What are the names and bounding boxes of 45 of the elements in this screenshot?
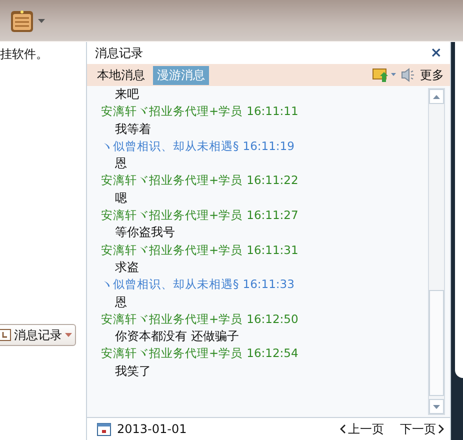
caret-icon[interactable] bbox=[38, 18, 45, 22]
message-text: 恩 bbox=[114, 155, 128, 172]
sender-name: 安漓轩ヾ招业务代理+学员 bbox=[101, 103, 243, 120]
panel-title: 消息记录 bbox=[95, 44, 143, 62]
sender-name: 安漓轩ヾ招业务代理+学员 bbox=[101, 242, 243, 259]
message-text: 你资本都没有 还做骗子 bbox=[114, 328, 240, 346]
chevron-left-icon bbox=[340, 424, 346, 434]
scroll-down-icon[interactable] bbox=[433, 404, 440, 408]
more-button[interactable]: 更多 bbox=[420, 66, 444, 84]
message-time: 16:11:31 bbox=[246, 242, 298, 259]
sender-name: ヽ似曾相识、却从未相遇§ bbox=[101, 138, 239, 155]
sender-name: 安漓轩ヾ招业务代理+学员 bbox=[101, 207, 243, 224]
sender-name: ヽ似曾相识、却从未相遇§ bbox=[101, 276, 239, 294]
message-text: 求盗 bbox=[114, 258, 140, 276]
message-text: 我笑了 bbox=[114, 362, 152, 380]
speaker-icon[interactable] bbox=[400, 67, 416, 83]
previous-page-link[interactable]: 上一页 bbox=[330, 420, 384, 438]
message-time: 16:11:19 bbox=[242, 138, 294, 155]
message-text: 来吧 bbox=[114, 86, 140, 103]
calendar-icon[interactable] bbox=[97, 422, 111, 436]
message-time: 16:11:33 bbox=[242, 276, 294, 294]
notice-text: 挂软件。 bbox=[0, 46, 49, 63]
chevron-right-icon bbox=[438, 424, 444, 434]
caret-icon bbox=[65, 333, 72, 337]
sender-name: 安漓轩ヾ招业务代理+学员 bbox=[101, 172, 243, 190]
message-text: 恩 bbox=[114, 294, 128, 311]
message-time: 16:12:50 bbox=[246, 310, 298, 328]
message-time: 16:11:27 bbox=[246, 207, 298, 224]
message-text: 等你盗我号 bbox=[114, 224, 176, 242]
history-button[interactable]: 消息记录 bbox=[0, 324, 76, 346]
message-time: 16:11:22 bbox=[246, 172, 298, 190]
date-text: 2013-01-01 bbox=[117, 422, 187, 436]
message-text: 我等着 bbox=[114, 120, 152, 138]
tab[interactable]: 本地消息 bbox=[93, 66, 149, 84]
message-time: 16:11:11 bbox=[246, 103, 298, 120]
scroll-up-icon[interactable] bbox=[433, 94, 440, 98]
scrollbar[interactable] bbox=[428, 88, 445, 415]
sender-name: 安漓轩ヾ招业务代理+学员 bbox=[101, 310, 243, 328]
message-time: 16:12:54 bbox=[246, 345, 298, 362]
next-page-link[interactable]: 下一页 bbox=[390, 420, 444, 438]
close-button[interactable]: × bbox=[430, 45, 442, 61]
sender-name: 安漓轩ヾ招业务代理+学员 bbox=[101, 345, 243, 362]
message-text: 嗯 bbox=[114, 190, 128, 207]
export-icon[interactable] bbox=[372, 67, 396, 83]
box-icon[interactable] bbox=[10, 8, 34, 32]
